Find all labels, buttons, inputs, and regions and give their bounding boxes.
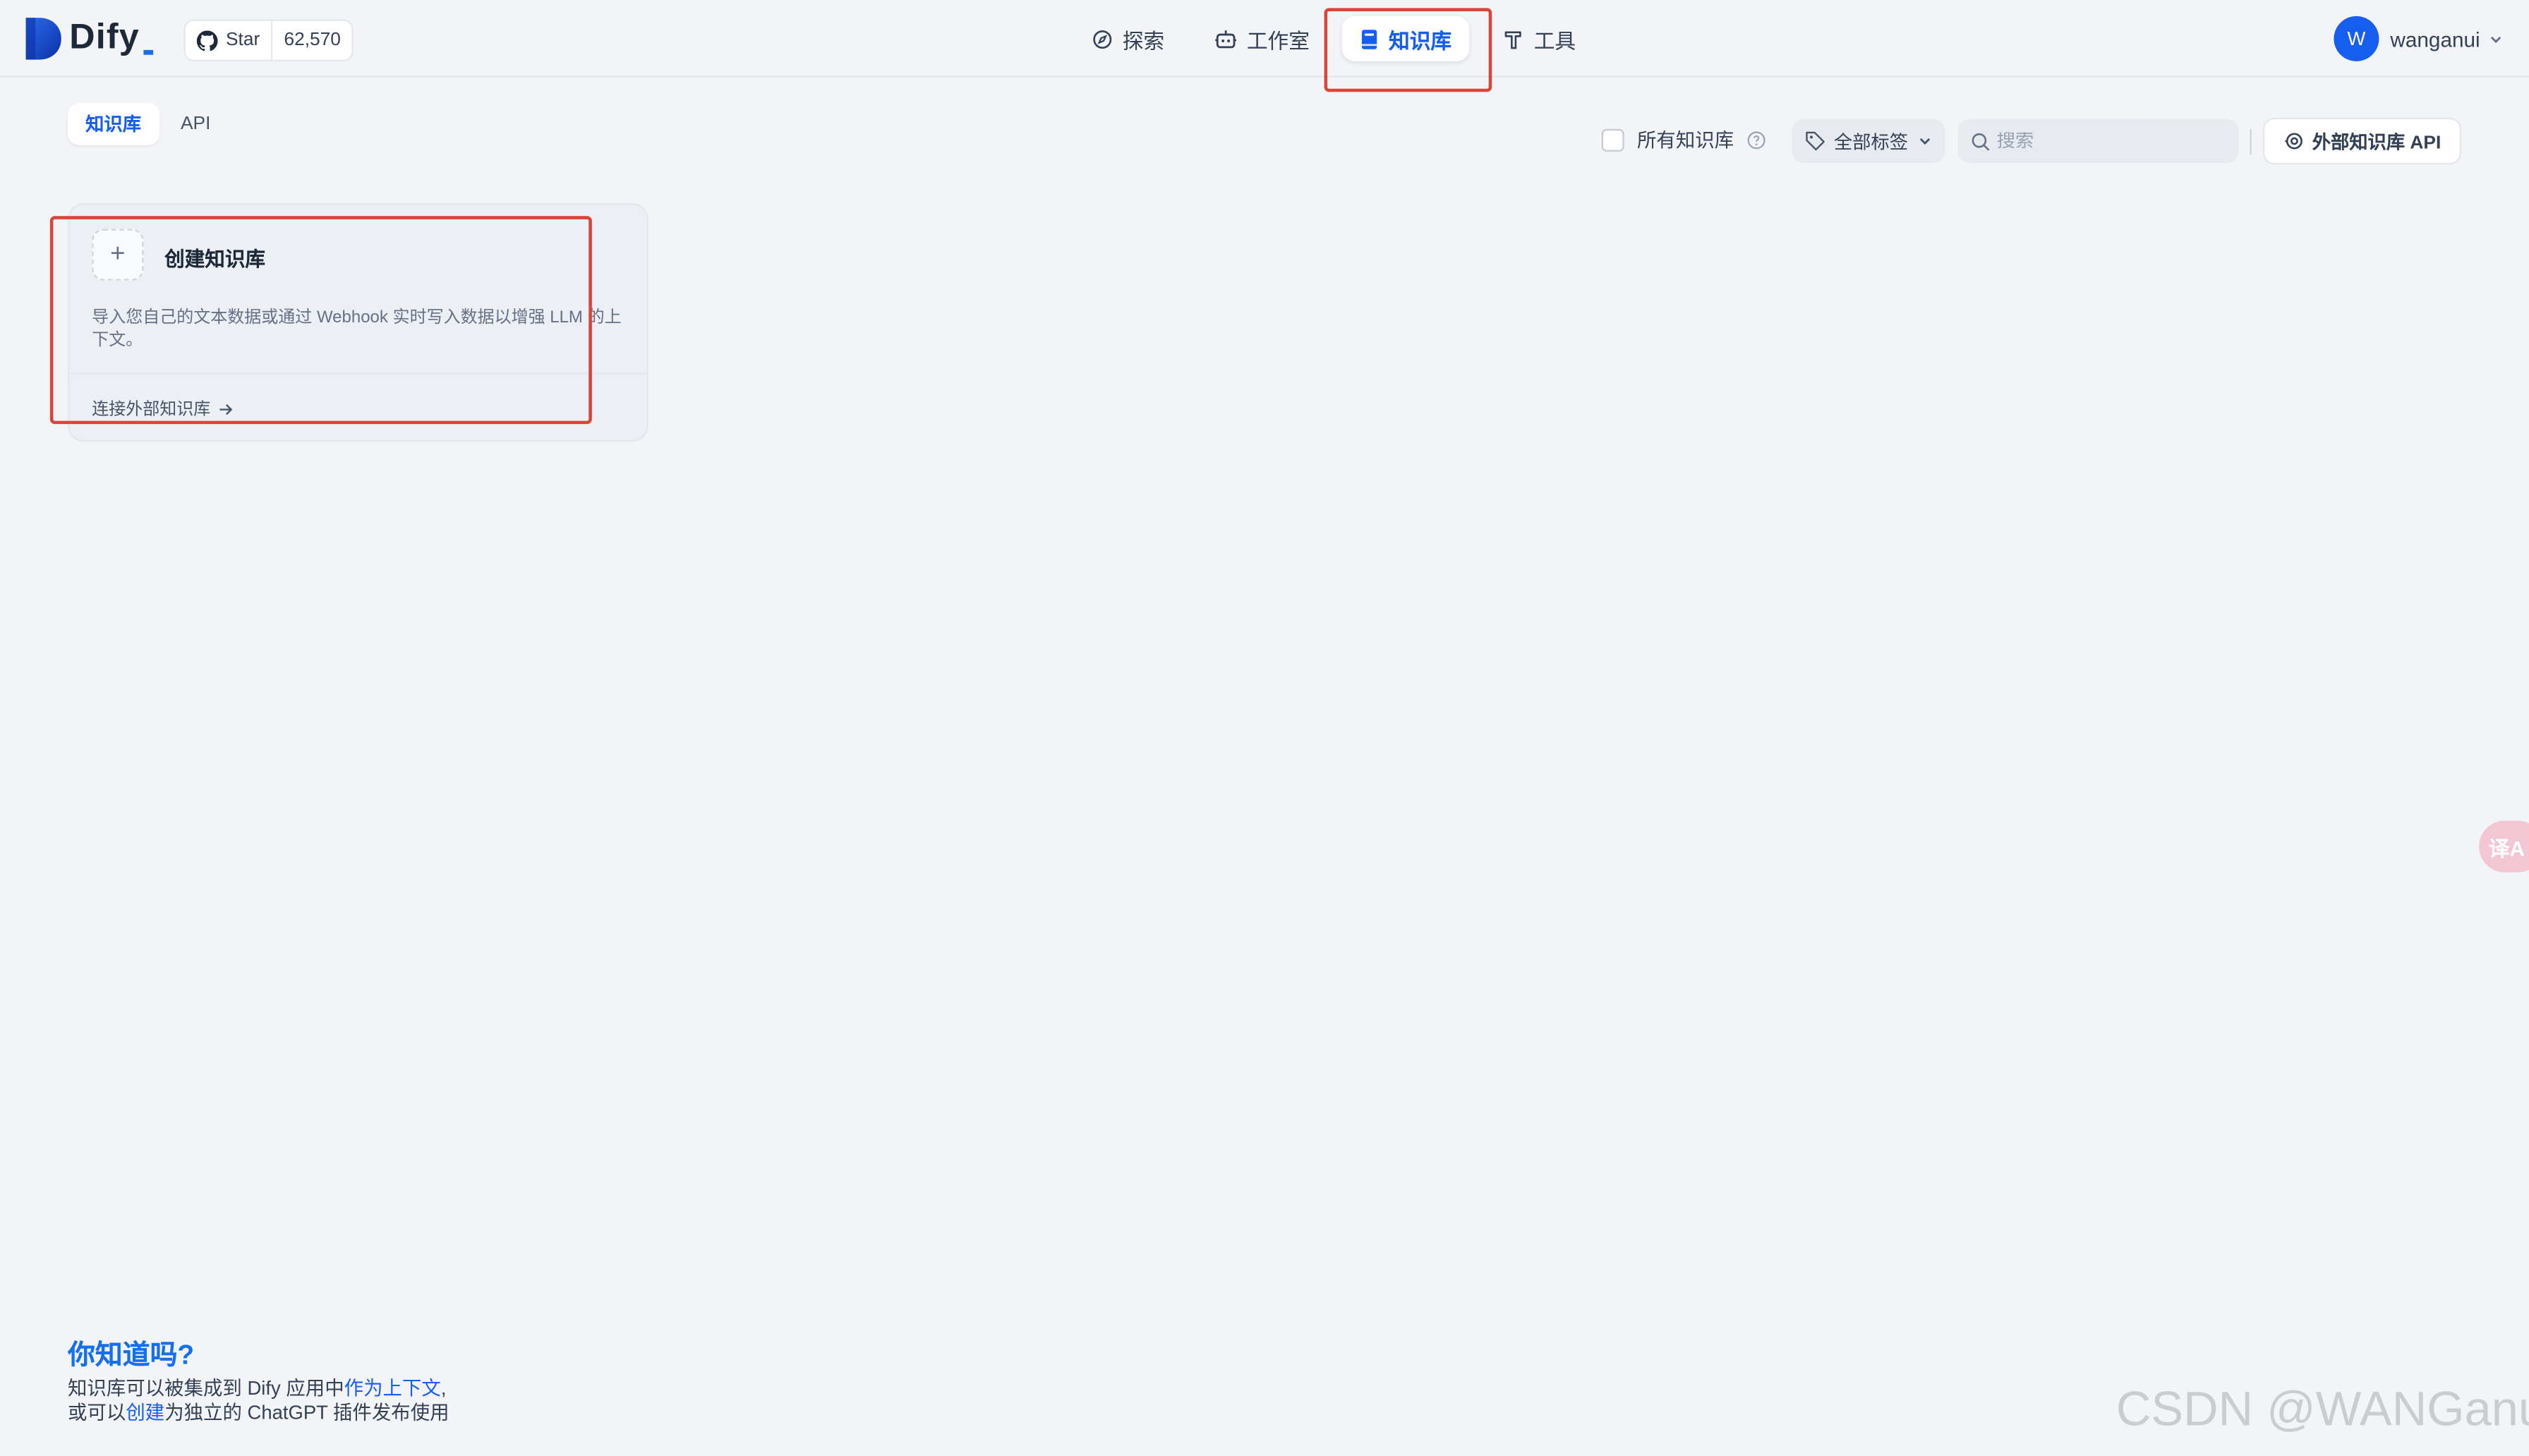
user-name: wanganui <box>2390 26 2480 51</box>
all-knowledge-checkbox[interactable] <box>1601 128 1624 151</box>
tag-filter-label: 全部标签 <box>1833 133 1908 152</box>
nav-studio[interactable]: 工作室 <box>1202 19 1322 58</box>
highlight-box-card <box>49 216 592 425</box>
tag-icon <box>1806 131 1825 151</box>
tag-filter-select[interactable]: 全部标签 <box>1792 119 1945 163</box>
app-window: Dify Star 62,570 探索 工作室 知识库 工具 W wanganu… <box>0 0 2529 1456</box>
csdn-watermark: CSDN @WANGanui <box>2115 1383 2529 1437</box>
create-plugin-link[interactable]: 创建 <box>126 1401 164 1424</box>
api-connection-icon <box>2284 133 2302 150</box>
search-icon <box>1972 132 1990 150</box>
search-input[interactable] <box>1996 131 2223 151</box>
tips-line-1-suffix: , <box>440 1376 447 1400</box>
as-context-link[interactable]: 作为上下文 <box>344 1377 441 1400</box>
all-knowledge-label: 所有知识库 <box>1636 128 1734 152</box>
nav-explore[interactable]: 探索 <box>1079 19 1177 58</box>
nav-tools[interactable]: 工具 <box>1490 19 1588 58</box>
chevron-down-icon <box>2490 35 2501 42</box>
github-star-badge[interactable]: Star 62,570 <box>183 19 354 61</box>
translate-floating-button[interactable]: 译A <box>2479 820 2529 873</box>
compass-icon <box>1093 29 1112 48</box>
tips-line-1: 知识库可以被集成到 Dify 应用中作为上下文, <box>68 1373 446 1401</box>
help-icon[interactable] <box>1746 130 1766 149</box>
avatar: W <box>2334 16 2379 61</box>
nav-tools-label: 工具 <box>1533 28 1576 53</box>
tips-line-2-prefix: 或可以 <box>67 1401 126 1424</box>
nav-explore-label: 探索 <box>1122 28 1165 53</box>
github-star-button[interactable]: Star <box>186 21 271 60</box>
search-box[interactable] <box>1957 119 2239 163</box>
nav-studio-label: 工作室 <box>1246 28 1310 53</box>
dify-logo-icon[interactable] <box>25 18 61 60</box>
all-knowledge-toggle[interactable]: 所有知识库 <box>1601 126 1766 153</box>
github-star-label: Star <box>225 30 260 50</box>
external-api-button[interactable]: 外部知识库 API <box>2262 117 2461 165</box>
hammer-icon <box>1504 30 1521 49</box>
tips-line-2-suffix: 为独立的 ChatGPT 插件发布使用 <box>164 1401 449 1424</box>
github-star-count: 62,570 <box>271 20 352 60</box>
tips-title: 你知道吗? <box>67 1340 195 1371</box>
toolbar-divider <box>2250 128 2252 155</box>
highlight-box-nav <box>1324 8 1492 92</box>
brand-underscore <box>143 49 154 55</box>
robot-icon <box>1215 29 1236 48</box>
translate-icon: 译A <box>2488 836 2525 861</box>
chevron-down-icon <box>1919 138 1931 145</box>
external-api-label: 外部知识库 API <box>2312 133 2442 152</box>
tab-knowledge[interactable]: 知识库 <box>67 103 159 145</box>
tab-api[interactable]: API <box>163 103 229 145</box>
brand-name[interactable]: Dify <box>69 16 140 58</box>
user-menu[interactable]: W wanganui <box>2334 16 2502 61</box>
tips-line-2: 或可以创建为独立的 ChatGPT 插件发布使用 <box>68 1398 449 1426</box>
github-icon <box>196 30 218 51</box>
tips-line-1-prefix: 知识库可以被集成到 Dify 应用中 <box>67 1376 344 1400</box>
